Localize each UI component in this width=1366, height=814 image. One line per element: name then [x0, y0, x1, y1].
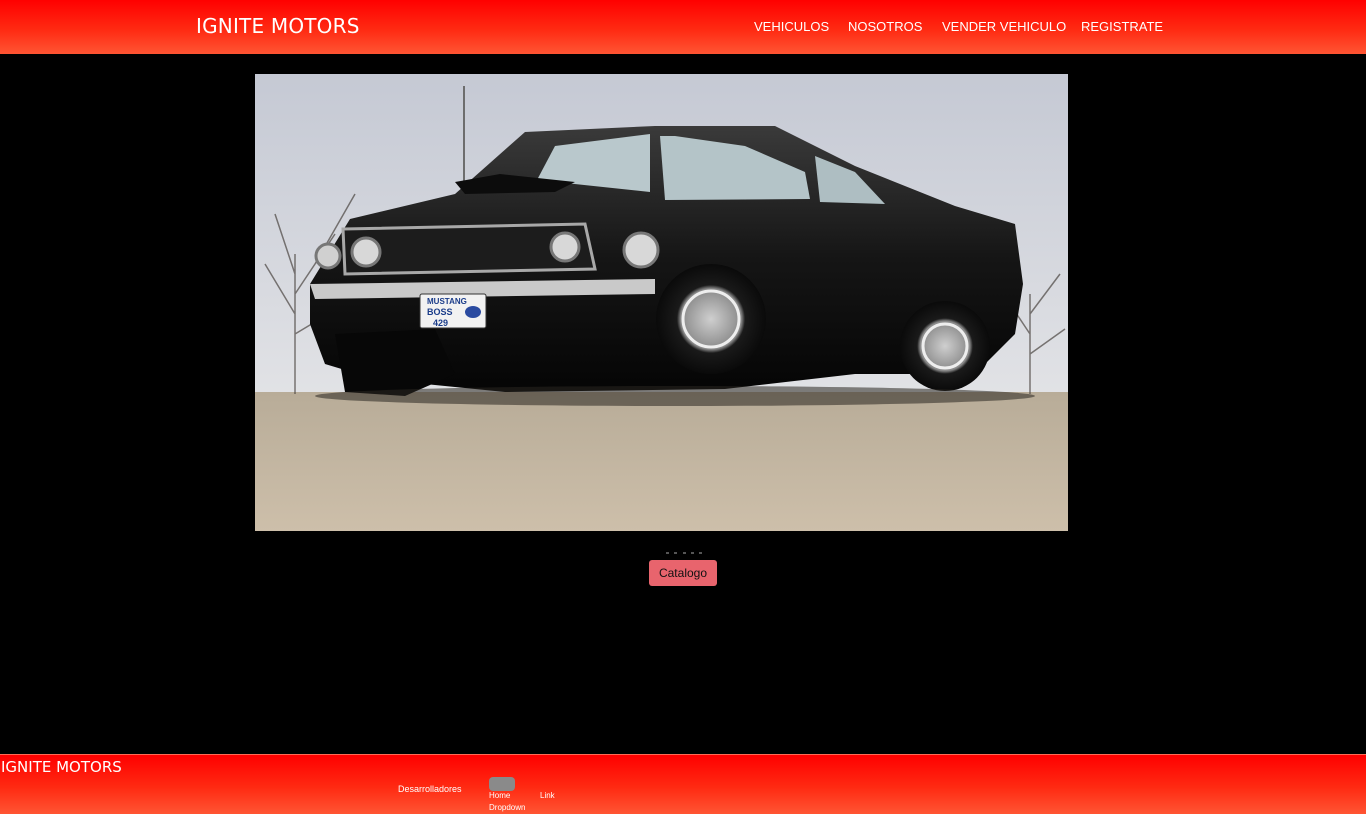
footer: IGNITE MOTORS Desarrolladores Home Link … — [0, 754, 1366, 814]
plate-line-1: MUSTANG — [427, 297, 467, 306]
top-navbar: IGNITE MOTORS VEHICULOS NOSOTROS VENDER … — [0, 0, 1366, 54]
footer-home-link[interactable]: Home — [489, 791, 510, 800]
carousel-indicator[interactable] — [666, 552, 669, 554]
nav-vehiculos[interactable]: VEHICULOS — [754, 19, 829, 34]
hero-carousel-image: MUSTANG BOSS 429 — [255, 74, 1068, 531]
footer-link[interactable]: Link — [540, 791, 555, 800]
catalog-button[interactable]: Catalogo — [649, 560, 717, 586]
carousel-indicator[interactable] — [699, 552, 702, 554]
carousel-indicator[interactable] — [690, 552, 694, 554]
nav-registrate[interactable]: REGISTRATE — [1081, 19, 1163, 34]
carousel-indicators — [666, 552, 702, 555]
carousel-indicator[interactable] — [682, 552, 686, 554]
nav-links: VEHICULOS NOSOTROS VENDER VEHICULO REGIS… — [0, 19, 1366, 39]
carousel-indicator[interactable] — [674, 552, 678, 554]
plate-line-2: BOSS — [427, 307, 453, 317]
footer-developers[interactable]: Desarrolladores — [398, 784, 462, 794]
plate-line-3: 429 — [433, 318, 448, 328]
footer-brand: IGNITE MOTORS — [1, 758, 122, 776]
footer-pill-button[interactable] — [489, 777, 515, 791]
nav-nosotros[interactable]: NOSOTROS — [848, 19, 922, 34]
footer-dropdown[interactable]: Dropdown — [489, 803, 525, 812]
nav-vender-vehiculo[interactable]: VENDER VEHICULO — [942, 19, 1066, 34]
car-illustration: MUSTANG BOSS 429 — [255, 74, 1068, 531]
